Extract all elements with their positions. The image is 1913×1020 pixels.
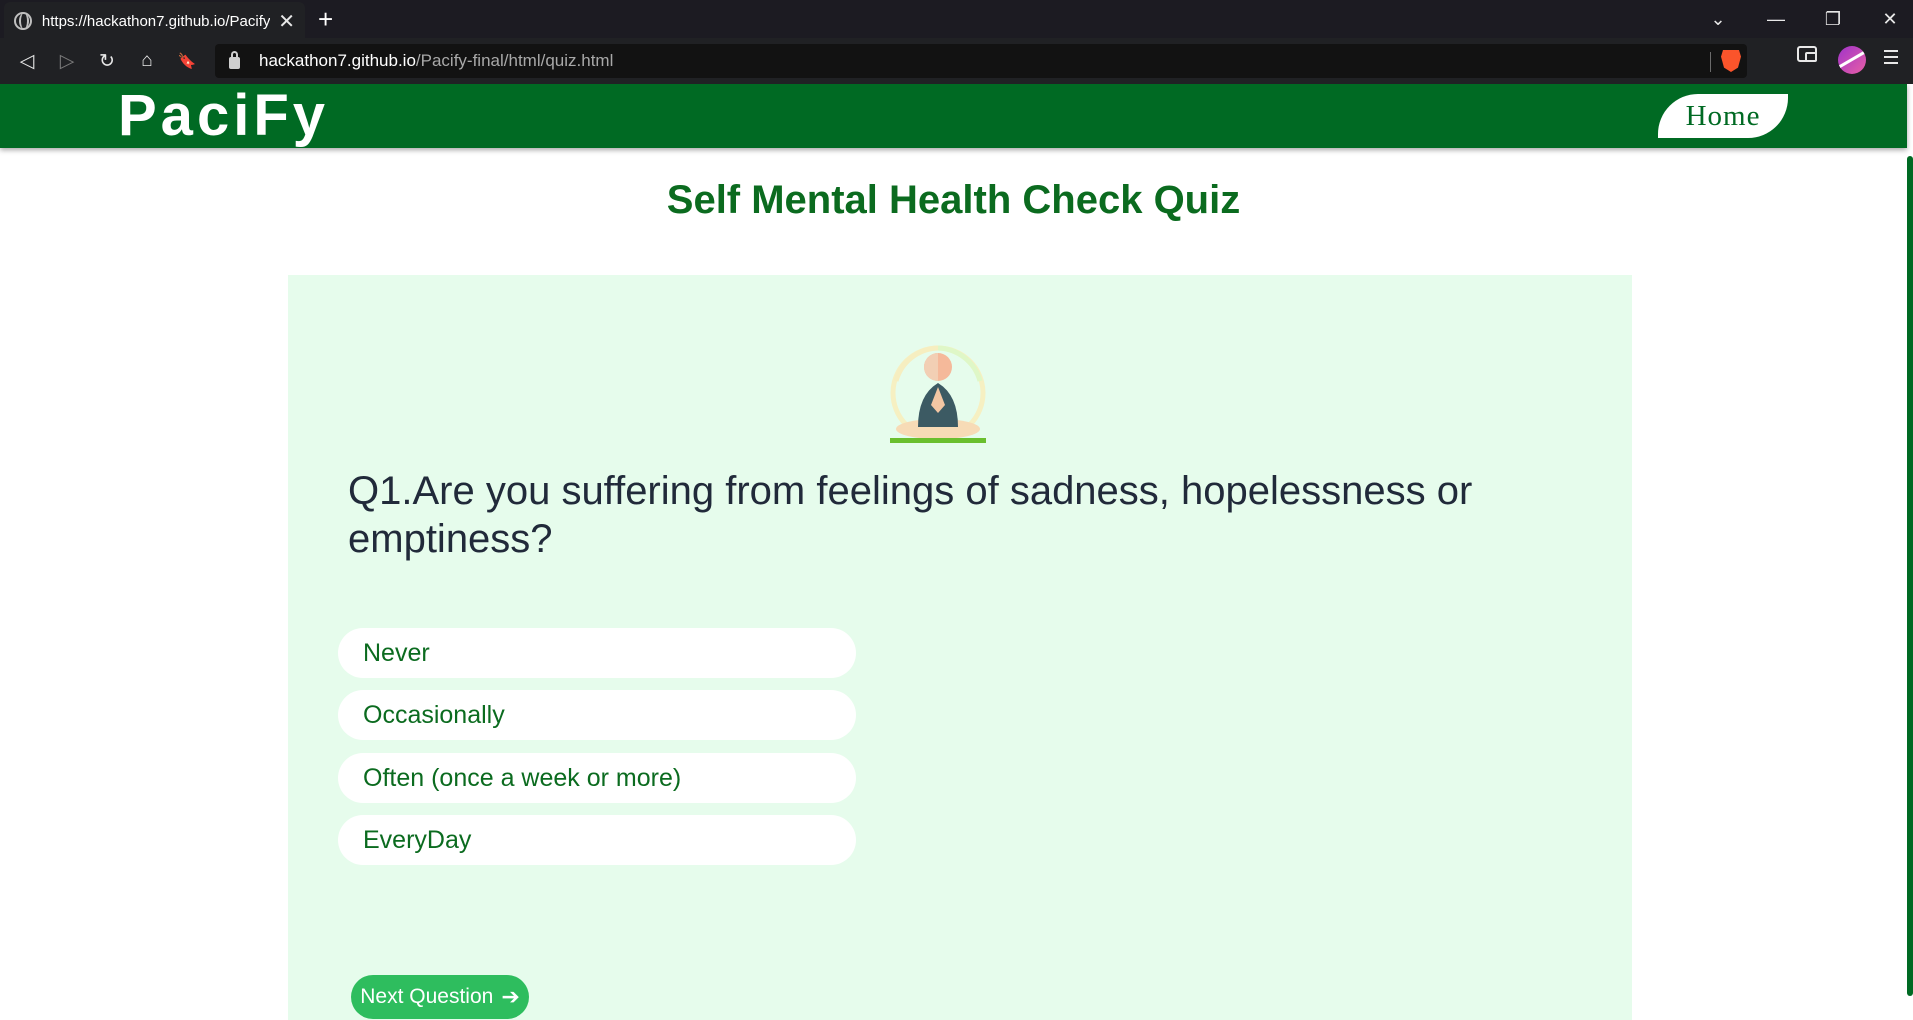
tabs-dropdown-icon[interactable]: ⌄ (1690, 0, 1746, 38)
url-divider (1710, 52, 1711, 72)
wallet-icon[interactable] (1797, 46, 1817, 62)
page-title: Self Mental Health Check Quiz (666, 178, 1241, 222)
back-button[interactable]: ◁ (12, 46, 42, 76)
option-occasionally[interactable]: Occasionally (338, 690, 856, 740)
question-text: Q1.Are you suffering from feelings of sa… (348, 469, 1473, 561)
tab-close-icon[interactable]: ✕ (278, 9, 295, 34)
address-bar[interactable]: hackathon7.github.io/Pacify-final/html/q… (215, 44, 1747, 78)
url-host: hackathon7.github.io (259, 51, 416, 70)
forward-button[interactable]: ▷ (52, 46, 82, 76)
globe-icon (14, 12, 32, 30)
option-never[interactable]: Never (338, 628, 856, 678)
next-question-button[interactable]: Next Question ➔ (351, 975, 529, 1019)
browser-tab[interactable]: https://hackathon7.github.io/Pacify ✕ (4, 2, 305, 38)
url-path: /Pacify-final/html/quiz.html (415, 51, 614, 70)
site-header: PaciFy Home (0, 84, 1907, 148)
arrow-right-icon: ➔ (501, 984, 520, 1009)
brave-shield-icon[interactable] (1721, 50, 1741, 72)
bookmark-icon[interactable]: 🔖 (172, 46, 202, 76)
browser-nav-bar: ◁ ▷ ↻ ⌂ 🔖 hackathon7.github.io/Pacify-fi… (0, 38, 1913, 84)
lock-icon (229, 51, 240, 69)
option-everyday[interactable]: EveryDay (338, 815, 856, 865)
close-window-button[interactable]: ✕ (1862, 0, 1913, 38)
menu-icon[interactable] (1884, 50, 1898, 64)
scrollbar[interactable] (1907, 156, 1913, 996)
meditation-icon (890, 345, 986, 443)
next-question-label: Next Question (360, 985, 494, 1008)
tab-title: https://hackathon7.github.io/Pacify (41, 12, 271, 30)
quiz-card: Q1.Are you suffering from feelings of sa… (288, 275, 1632, 1020)
browser-tab-bar: https://hackathon7.github.io/Pacify ✕ + … (0, 0, 1913, 38)
profile-avatar[interactable] (1838, 46, 1866, 74)
page: PaciFy Home Self Mental Health Check Qui… (0, 84, 1913, 1020)
reload-button[interactable]: ↻ (92, 46, 122, 76)
option-often[interactable]: Often (once a week or more) (338, 753, 856, 803)
home-button[interactable]: Home (1658, 94, 1788, 138)
minimize-button[interactable]: — (1748, 0, 1804, 38)
new-tab-button[interactable]: + (318, 4, 333, 34)
brand-logo[interactable]: PaciFy (118, 86, 329, 146)
home-icon[interactable]: ⌂ (132, 46, 162, 76)
restore-button[interactable]: ❐ (1805, 0, 1861, 38)
